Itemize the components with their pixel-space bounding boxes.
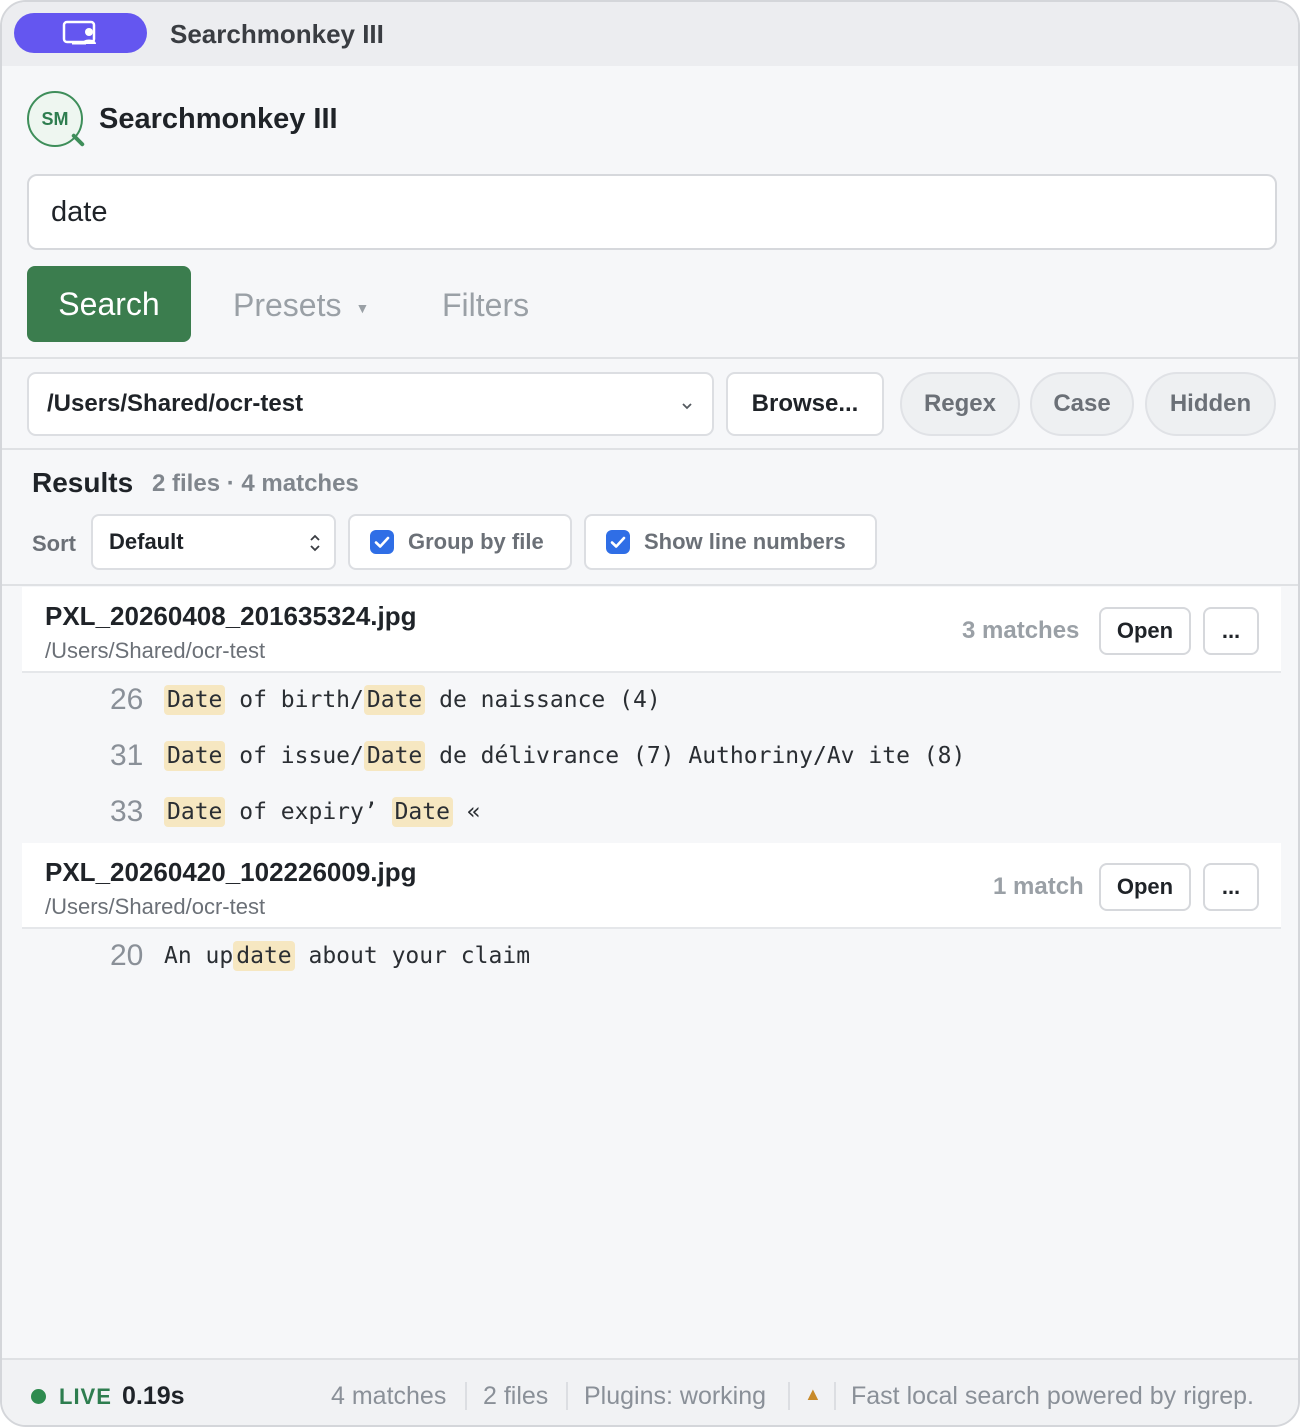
case-toggle[interactable]: Case <box>1030 372 1134 436</box>
chevron-down-icon <box>680 395 694 423</box>
more-options-button[interactable]: ... <box>1203 607 1259 655</box>
filters-tab[interactable]: Filters <box>442 287 529 324</box>
regex-toggle[interactable]: Regex <box>900 372 1020 436</box>
line-text: Date of birth/Date de naissance (4) <box>164 685 661 715</box>
results-title: Results <box>32 467 134 498</box>
line-text: Date of issue/Date de délivrance (7) Aut… <box>164 741 966 771</box>
line-text: An up date about your claim <box>164 941 531 971</box>
match-highlight: date <box>233 941 295 971</box>
match-highlight: Date <box>391 797 453 827</box>
line-number: 26 <box>110 683 144 716</box>
line-segment: about your claim <box>294 943 531 969</box>
warning-icon[interactable]: ▲ <box>804 1384 822 1405</box>
search-button[interactable]: Search <box>27 266 191 342</box>
status-tagline: Fast local search powered by rigrep. <box>851 1382 1254 1410</box>
live-indicator-icon <box>31 1389 46 1404</box>
status-separator <box>834 1382 836 1410</box>
path-value: /Users/Shared/ocr-test <box>47 390 304 417</box>
path-select[interactable]: /Users/Shared/ocr-test <box>27 372 714 436</box>
file-path: /Users/Shared/ocr-test <box>45 894 266 919</box>
line-segment: of birth/ <box>225 687 364 713</box>
window-title: Searchmonkey III <box>170 19 384 49</box>
file-path: /Users/Shared/ocr-test <box>45 638 266 663</box>
file-group-header[interactable]: PXL_20260420_102226009.jpg /Users/Shared… <box>22 843 1281 929</box>
status-separator <box>788 1382 790 1410</box>
search-input[interactable] <box>27 174 1277 250</box>
open-button[interactable]: Open <box>1099 863 1191 911</box>
line-segment: An up <box>164 943 234 969</box>
line-number: 31 <box>110 739 144 772</box>
divider <box>2 357 1298 359</box>
group-by-file-checkbox[interactable]: Group by file <box>348 514 572 570</box>
line-number: 20 <box>110 939 144 972</box>
search-time: 0.19s <box>122 1382 185 1410</box>
line-segment: of expiry’ <box>225 799 392 825</box>
up-down-chevron-icon <box>308 532 322 560</box>
match-highlight: Date <box>363 685 426 715</box>
match-highlight: Date <box>164 685 226 715</box>
sort-select[interactable]: Default <box>91 514 336 570</box>
open-button[interactable]: Open <box>1099 607 1191 655</box>
line-text: Date of expiry’ Date « <box>164 797 481 827</box>
caret-down-icon: ▼ <box>355 299 370 316</box>
app-window: Searchmonkey III SM Searchmonkey III Sea… <box>0 0 1300 1427</box>
more-options-button[interactable]: ... <box>1203 863 1259 911</box>
checkbox-checked-icon <box>606 530 630 554</box>
results-summary: 2 files · 4 matches <box>152 470 359 497</box>
screen-user-icon <box>62 20 100 46</box>
divider <box>2 584 1298 586</box>
file-name: PXL_20260408_201635324.jpg <box>45 601 417 631</box>
show-line-numbers-label: Show line numbers <box>644 529 846 554</box>
match-highlight: Date <box>164 797 226 827</box>
divider <box>2 448 1298 450</box>
show-line-numbers-checkbox[interactable]: Show line numbers <box>584 514 877 570</box>
browse-button[interactable]: Browse... <box>726 372 884 436</box>
file-group-header[interactable]: PXL_20260408_201635324.jpg /Users/Shared… <box>22 587 1281 673</box>
line-segment: de délivrance (7) Authoriny/Av ite (8) <box>425 743 966 769</box>
line-segment: of issue/ <box>225 743 364 769</box>
status-matches: 4 matches <box>331 1382 447 1410</box>
checkbox-checked-icon <box>370 530 394 554</box>
logo-text: SM <box>41 108 69 129</box>
line-segment: « <box>452 799 481 825</box>
presets-label: Presets <box>233 287 342 323</box>
sort-value: Default <box>109 529 184 554</box>
window-switcher-button[interactable] <box>14 13 147 53</box>
file-match-count: 3 matches <box>962 617 1080 644</box>
status-separator <box>566 1382 568 1410</box>
app-title: Searchmonkey III <box>99 103 338 135</box>
hidden-toggle[interactable]: Hidden <box>1145 372 1276 436</box>
sort-label: Sort <box>32 531 76 556</box>
line-segment: de naissance (4) <box>425 687 661 713</box>
title-bar: Searchmonkey III <box>2 2 1298 66</box>
status-separator <box>465 1382 467 1410</box>
file-match-count: 1 match <box>993 873 1084 900</box>
match-highlight: Date <box>164 741 226 771</box>
status-plugins: Plugins: working <box>584 1382 767 1410</box>
file-name: PXL_20260420_102226009.jpg <box>45 857 417 887</box>
match-highlight: Date <box>363 741 426 771</box>
group-by-file-label: Group by file <box>408 529 544 554</box>
presets-menu[interactable]: Presets ▼ <box>233 287 369 324</box>
live-label: LIVE <box>59 1384 112 1409</box>
status-files: 2 files <box>483 1382 549 1410</box>
line-number: 33 <box>110 795 144 828</box>
status-bar: LIVE 0.19s 4 matches 2 files Plugins: wo… <box>2 1358 1298 1425</box>
